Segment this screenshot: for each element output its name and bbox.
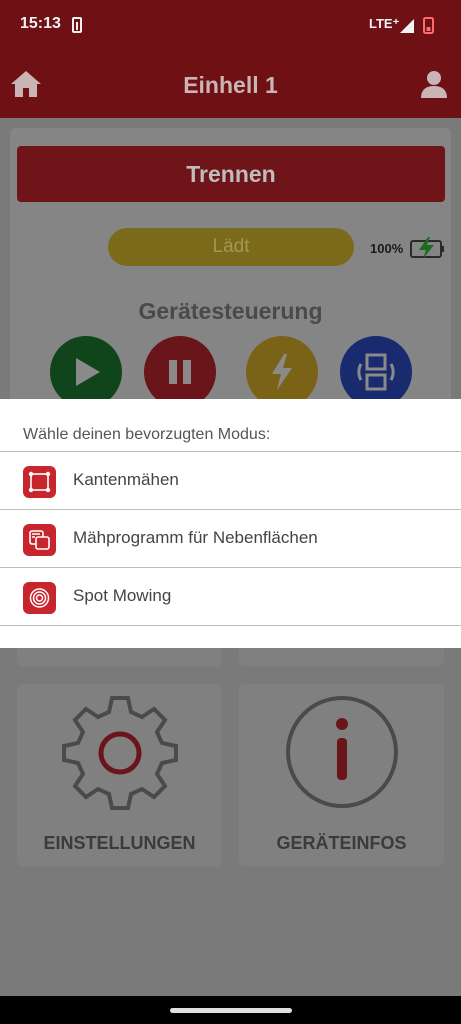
settings-label: EINSTELLUNGEN [43,833,196,853]
mode-selection-sheet: Wähle deinen bevorzugten Modus: Kantenmä… [0,399,461,648]
disconnect-button[interactable]: Trennen [17,146,445,202]
gear-icon [62,696,178,810]
mode-option-spot-mowing[interactable]: Spot Mowing [0,568,461,625]
spiral-icon [23,582,56,614]
mode-option-secondary-areas[interactable]: Mähprogramm für Nebenflächen [0,510,461,567]
mode-option-edge-mowing[interactable]: Kantenmähen [0,452,461,509]
charging-status-badge: Lädt [108,228,354,266]
user-icon[interactable] [418,68,450,100]
flash-button[interactable] [246,336,318,408]
info-icon [286,696,398,808]
secondary-area-icon [23,524,56,556]
network-type: LTE⁺ [369,16,400,31]
app-bar: Einhell 1 [0,52,461,118]
mode-option-label: Mähprogramm für Nebenflächen [73,528,318,547]
device-info-tile[interactable]: GERÄTEINFOS [239,684,444,866]
play-button[interactable] [50,336,122,408]
battery-percentage: 100% [370,241,404,256]
lightning-icon [272,354,292,390]
battery-charging-icon [410,237,444,259]
signal-battery-icon [400,17,434,34]
mode-button[interactable] [340,336,412,408]
battery-saver-icon [72,17,82,33]
status-bar: 15:13 LTE⁺ [0,0,461,52]
mode-option-label: Spot Mowing [73,586,172,605]
divider [0,625,461,626]
mode-option-label: Kantenmähen [73,470,179,489]
device-control-heading: Gerätesteuerung [138,298,323,324]
sheet-title: Wähle deinen bevorzugten Modus: [23,426,271,443]
settings-tile[interactable]: EINSTELLUNGEN [17,684,222,866]
system-navigation-bar [0,996,461,1024]
play-icon [76,358,100,386]
device-info-label: GERÄTEINFOS [276,833,407,853]
edge-mowing-icon [23,466,56,498]
pause-icon [169,360,191,384]
mode-switch-icon [357,353,395,391]
home-gesture-handle[interactable] [170,1008,292,1013]
page-title: Einhell 1 [183,72,278,98]
pause-button[interactable] [144,336,216,408]
status-time: 15:13 [20,15,61,32]
